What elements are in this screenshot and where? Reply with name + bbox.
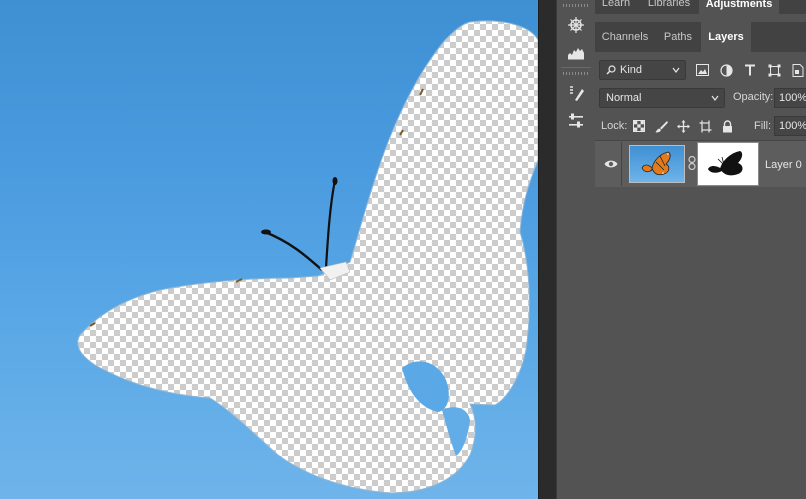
filter-shape-icon[interactable] <box>765 61 783 79</box>
tab-libraries[interactable]: Libraries <box>641 0 697 10</box>
layers-panel-group: Learn Libraries Adjustments Channels Pat… <box>595 0 806 499</box>
panel-grip[interactable] <box>563 4 589 7</box>
panel-grip-2[interactable] <box>563 72 589 75</box>
tab-adjustments-label: Adjustments <box>705 0 773 10</box>
histogram-icon[interactable] <box>561 40 591 66</box>
layers-list-empty-area <box>595 187 806 499</box>
canvas-vertical-scrollbar[interactable] <box>538 0 556 499</box>
fill-field[interactable]: 100% <box>774 116 806 136</box>
lock-label: Lock: <box>601 120 628 132</box>
mask-link-icon[interactable] <box>687 154 697 172</box>
tab-adjustments[interactable]: Adjustments <box>699 0 779 14</box>
tab-paths[interactable]: Paths <box>655 22 701 52</box>
tab-channels[interactable]: Channels <box>595 22 655 52</box>
search-icon <box>606 65 616 75</box>
scrollbar-thumb[interactable] <box>542 0 552 499</box>
lock-image-brush-icon[interactable] <box>652 117 670 135</box>
filter-pixel-icon[interactable] <box>693 61 711 79</box>
chevron-down-icon <box>672 67 680 73</box>
panel-tab-bar: Channels Paths Layers <box>595 22 806 52</box>
navigator-icon[interactable] <box>561 12 591 38</box>
tab-layers[interactable]: Layers <box>701 22 751 52</box>
layer-thumbnail[interactable] <box>629 145 685 183</box>
filter-type-icon[interactable] <box>741 61 759 79</box>
layer-row[interactable]: Layer 0 <box>595 140 806 188</box>
layer-name[interactable]: Layer 0 <box>765 159 802 171</box>
blend-mode-label: Normal <box>606 92 642 104</box>
antenna-right <box>324 179 337 269</box>
lock-all-icon[interactable] <box>718 117 736 135</box>
tab-learn[interactable]: Learn <box>595 0 637 10</box>
antenna-left <box>264 230 323 271</box>
document-canvas[interactable] <box>0 0 538 499</box>
opacity-field[interactable]: 100% <box>774 88 806 108</box>
filter-kind-label: Kind <box>620 64 643 76</box>
layer-mask-thumbnail[interactable] <box>697 142 759 186</box>
fill-label: Fill: <box>754 120 772 132</box>
chevron-down-icon <box>711 95 719 101</box>
opacity-label: Opacity: <box>733 91 774 103</box>
lock-position-icon[interactable] <box>674 117 692 135</box>
brush-settings-icon[interactable] <box>561 108 591 134</box>
eye-visibility-icon[interactable] <box>602 155 620 173</box>
canvas-artwork <box>77 20 538 494</box>
blend-mode-dropdown[interactable]: Normal <box>599 88 725 108</box>
lock-artboard-icon[interactable] <box>696 117 714 135</box>
lock-transparency-icon[interactable] <box>630 117 648 135</box>
properties-icon[interactable] <box>561 80 591 106</box>
collapsed-panel-strip <box>556 0 596 499</box>
filter-adjustment-icon[interactable] <box>717 61 735 79</box>
filter-kind-dropdown[interactable]: Kind <box>599 60 686 80</box>
filter-smart-object-icon[interactable] <box>789 61 806 79</box>
top-tab-bar: Learn Libraries Adjustments <box>595 0 806 14</box>
